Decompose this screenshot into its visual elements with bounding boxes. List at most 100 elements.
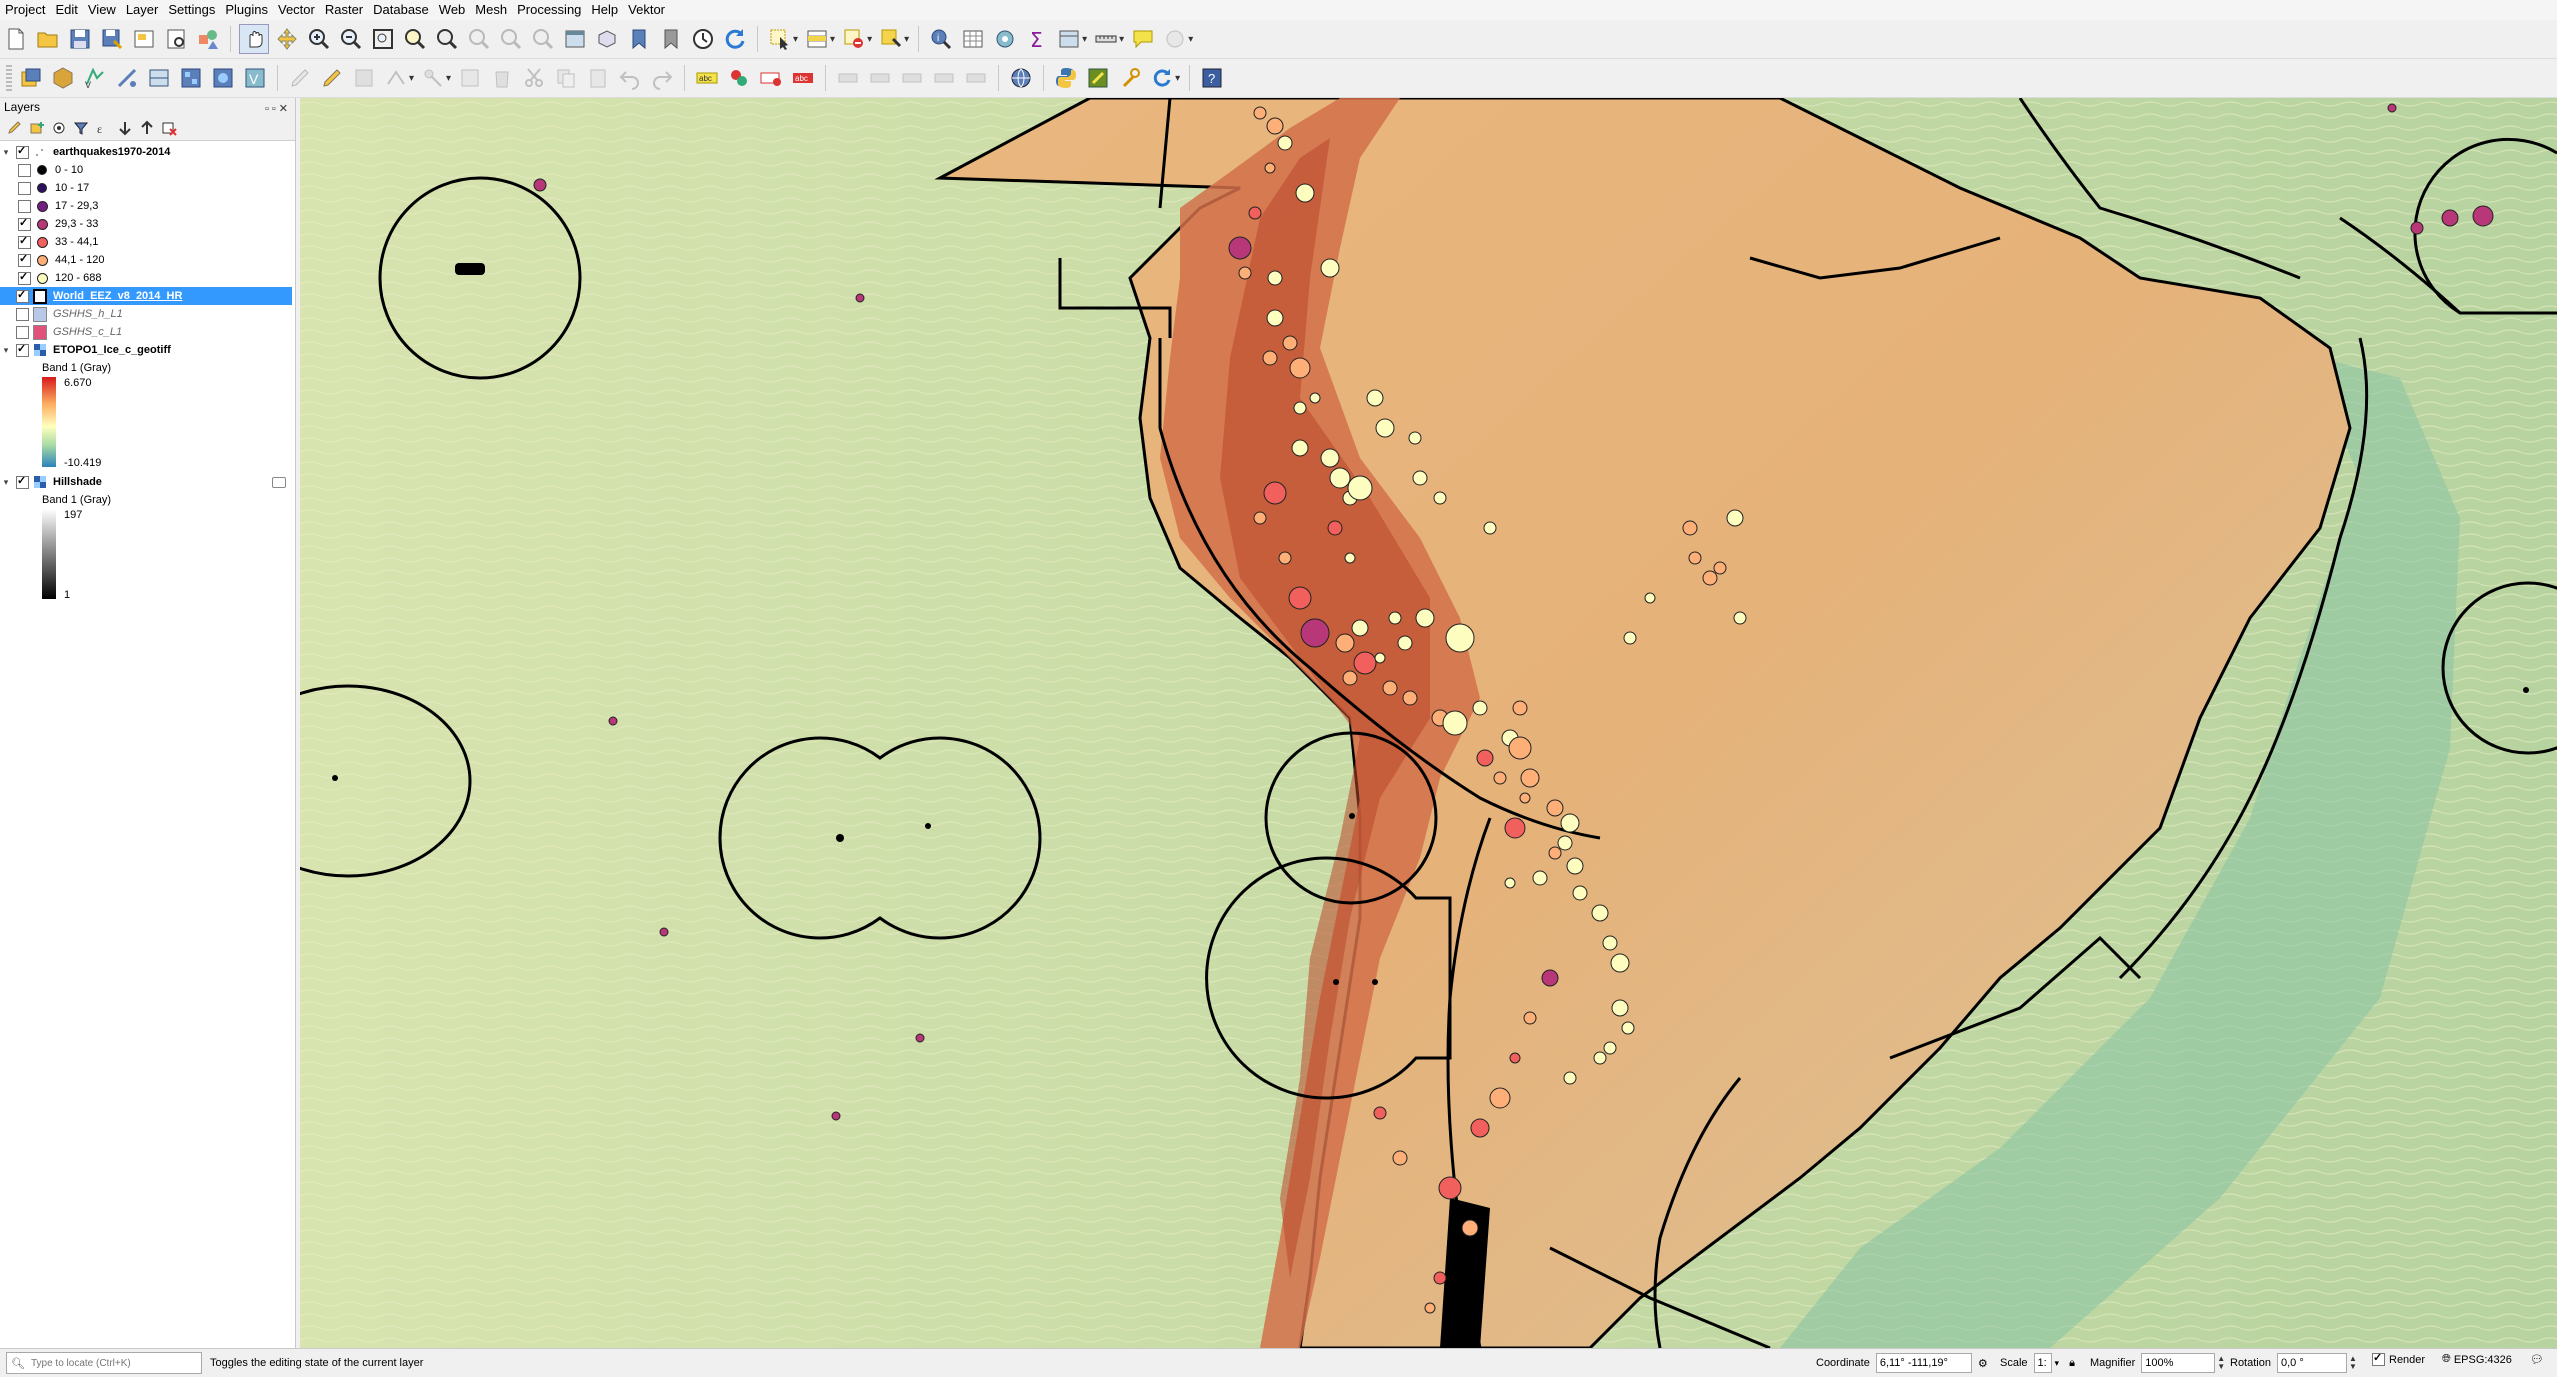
map-svg[interactable] [300,98,2557,1348]
menu-database[interactable]: Database [368,0,434,20]
toolbox-icon[interactable] [1055,25,1083,53]
layer-row-gshhs-c[interactable]: GSHHS_c_L1 [0,323,292,341]
legend-class-row[interactable]: 33 - 44,1 [14,233,292,251]
collapse-arrow-icon[interactable]: ▾ [0,345,12,356]
map-canvas[interactable] [300,98,2557,1348]
filter-legend-icon[interactable] [70,118,92,138]
scale-field[interactable]: 1: [2033,1353,2052,1373]
python-console-icon[interactable] [1052,64,1080,92]
layer-row-gshhs-h[interactable]: GSHHS_h_L1 [0,305,292,323]
menu-web[interactable]: Web [434,0,471,20]
panel-dock-buttons[interactable]: ▫▫✕ [265,100,291,118]
map-tips-icon[interactable] [1129,25,1157,53]
class-visibility-checkbox[interactable] [18,270,31,285]
menu-settings[interactable]: Settings [163,0,220,20]
manage-map-themes-icon[interactable] [48,118,70,138]
save-as-icon[interactable] [98,25,126,53]
redo-icon[interactable] [648,64,676,92]
menu-vektor[interactable]: Vektor [623,0,670,20]
zoom-layer-icon[interactable] [433,25,461,53]
lock-scale-icon[interactable]: 🔒︎ [2069,1357,2075,1370]
rotate-label-icon[interactable] [834,64,862,92]
render-checkbox[interactable] [2372,1351,2385,1366]
new-map-view-icon[interactable] [561,25,589,53]
menu-edit[interactable]: Edit [50,0,82,20]
menu-mesh[interactable]: Mesh [470,0,512,20]
diagram-icon[interactable] [930,64,958,92]
legend-class-row[interactable]: 29,3 - 33 [14,215,292,233]
new-shapefile-icon[interactable]: V [81,64,109,92]
label-history-icon[interactable] [898,64,926,92]
layer-row-hillshade[interactable]: ▾ Hillshade [0,473,292,491]
refresh-icon[interactable] [721,25,749,53]
layer-row-etopo[interactable]: ▾ ETOPO1_Ice_c_geotiff [0,341,292,359]
add-raster-icon[interactable] [177,64,205,92]
layer-row-earthquakes[interactable]: ▾ earthquakes1970-2014 [0,143,292,161]
zoom-next-icon[interactable] [529,25,557,53]
class-visibility-checkbox[interactable] [18,163,31,177]
help-icon[interactable]: ? [1198,64,1226,92]
plugin-icon[interactable] [1084,64,1112,92]
change-label-icon[interactable] [866,64,894,92]
add-feature-icon[interactable] [382,64,410,92]
zoom-out-icon[interactable] [337,25,365,53]
expand-all-icon[interactable] [114,118,136,138]
rotation-field[interactable]: 0,0 ° [2276,1353,2347,1373]
new-geopackage-icon[interactable] [49,64,77,92]
class-visibility-checkbox[interactable] [18,234,31,249]
identify-icon[interactable]: i [927,25,955,53]
add-group-icon[interactable] [26,118,48,138]
magnifier-field[interactable]: 100% [2141,1353,2216,1373]
statistics-icon[interactable]: Σ [1023,25,1051,53]
remove-layer-icon[interactable] [158,118,180,138]
measure-icon[interactable] [1092,25,1120,53]
add-wms-icon[interactable] [209,64,237,92]
collapse-arrow-icon[interactable]: ▾ [0,477,12,488]
legend-class-row[interactable]: 10 - 17 [14,179,292,197]
class-visibility-checkbox[interactable] [18,199,31,213]
open-layer-styling-icon[interactable] [4,118,26,138]
open-project-icon[interactable] [34,25,62,53]
save-edits-icon[interactable] [350,64,378,92]
menu-view[interactable]: View [83,0,121,20]
menu-help[interactable]: Help [586,0,623,20]
layout-manager-icon[interactable] [162,25,190,53]
select-features-icon[interactable] [766,25,794,53]
menu-raster[interactable]: Raster [320,0,368,20]
class-visibility-checkbox[interactable] [18,252,31,267]
layer-visibility-checkbox[interactable] [16,288,29,303]
layer-indicator-icon[interactable] [272,476,286,488]
layer-visibility-checkbox[interactable] [16,144,29,159]
zoom-native-icon[interactable] [465,25,493,53]
globe-icon[interactable] [1007,64,1035,92]
print-layout-icon[interactable] [130,25,158,53]
layer-visibility-checkbox[interactable] [16,342,29,357]
layer-visibility-checkbox[interactable] [16,474,29,489]
menu-project[interactable]: Project [0,0,50,20]
menu-plugins[interactable]: Plugins [220,0,273,20]
magnifier-spinner-icon[interactable]: ▲ ▼ [2217,1355,2225,1371]
class-visibility-checkbox[interactable] [18,181,31,195]
new-virtual-layer-icon[interactable] [145,64,173,92]
deselect-icon[interactable] [840,25,868,53]
zoom-last-icon[interactable] [497,25,525,53]
new-project-icon[interactable] [2,25,30,53]
delete-selected-icon[interactable] [488,64,516,92]
class-visibility-checkbox[interactable] [18,216,31,231]
legend-class-row[interactable]: 17 - 29,3 [14,197,292,215]
move-label-icon[interactable]: abc [789,64,817,92]
layer-visibility-checkbox[interactable] [16,307,29,321]
attribute-table-icon[interactable] [959,25,987,53]
annotation-icon[interactable] [1161,25,1189,53]
locator-input[interactable] [28,1356,193,1370]
pin-labels-icon[interactable] [725,64,753,92]
menu-vector[interactable]: Vector [273,0,320,20]
messages-icon[interactable]: 💬︎ [2530,1353,2544,1366]
show-labels-icon[interactable] [757,64,785,92]
legend-class-row[interactable]: 120 - 688 [14,269,292,287]
zoom-full-icon[interactable] [369,25,397,53]
undo-icon[interactable] [616,64,644,92]
locator-bar[interactable]: 🔍︎ [6,1352,202,1374]
select-value-icon[interactable] [803,25,831,53]
menu-layer[interactable]: Layer [121,0,164,20]
